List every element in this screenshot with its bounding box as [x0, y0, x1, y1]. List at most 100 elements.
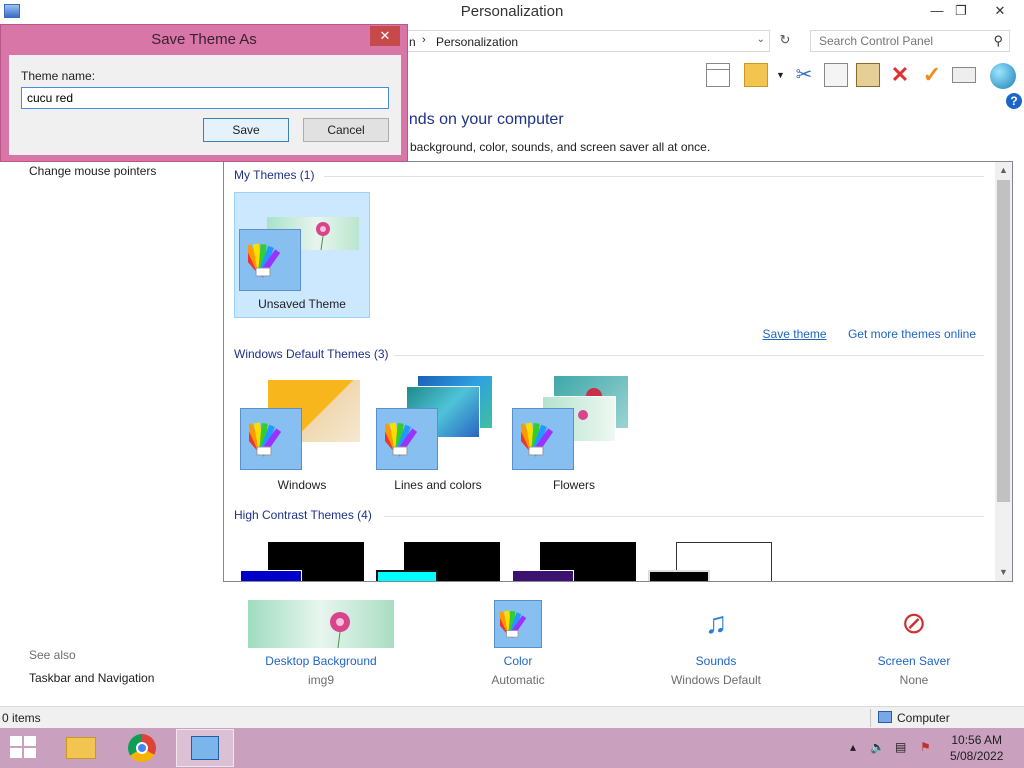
network-icon[interactable]: ▤ [895, 740, 906, 754]
scrollbar-thumb[interactable] [997, 180, 1010, 502]
theme-item-high-contrast-1[interactable] [234, 534, 370, 581]
search-box[interactable]: ⚲ [810, 30, 1010, 52]
maximize-button[interactable]: ❐ [946, 0, 976, 22]
screen-saver-label[interactable]: Screen Saver [864, 654, 964, 668]
music-notes-icon[interactable]: ♫ [691, 600, 741, 648]
window-title: Personalization [460, 3, 564, 20]
control-panel-icon [191, 736, 219, 760]
action-center-icon[interactable]: ⚑ [920, 740, 931, 754]
clock[interactable]: 10:56 AM 5/08/2022 [950, 732, 1003, 764]
screen-saver-value: None [899, 673, 929, 687]
divider [384, 516, 984, 517]
theme-item-flowers[interactable]: Flowers [506, 372, 642, 498]
desktop-background-label[interactable]: Desktop Background [246, 654, 396, 668]
theme-item-high-contrast-3[interactable] [506, 534, 642, 581]
group-label-my-themes: My Themes (1) [234, 168, 315, 182]
theme-item-unsaved[interactable]: Unsaved Theme [234, 192, 370, 318]
screen-saver-icon[interactable]: ⊘ [889, 600, 939, 648]
scroll-up-icon[interactable]: ▲ [995, 162, 1012, 179]
help-icon[interactable]: ? [1006, 93, 1022, 109]
breadcrumb-separator-icon[interactable]: › [422, 34, 426, 46]
sounds-item[interactable]: ♫ Sounds Windows Default [656, 600, 776, 687]
desktop-background-item[interactable]: Desktop Background img9 [246, 600, 396, 687]
theme-name-input[interactable] [21, 87, 389, 109]
chrome-taskbar-button[interactable] [114, 729, 172, 767]
search-input[interactable] [811, 31, 981, 51]
color-palette-icon [512, 570, 574, 581]
color-value: Automatic [491, 673, 545, 687]
start-button[interactable] [10, 736, 38, 760]
paste-icon[interactable] [856, 63, 880, 87]
control-panel-taskbar-button[interactable] [176, 729, 234, 767]
chevron-down-icon[interactable]: ⌄ [757, 34, 765, 45]
color-item[interactable]: Color Automatic [468, 600, 568, 687]
globe-icon[interactable] [990, 63, 1016, 89]
close-button[interactable]: ✕ [984, 0, 1016, 22]
refresh-icon[interactable]: ↻ [774, 32, 796, 50]
sounds-value: Windows Default [670, 673, 762, 687]
theme-name: Lines and colors [394, 478, 482, 492]
theme-links: Save theme Get more themes online [745, 327, 976, 341]
clock-date: 5/08/2022 [950, 749, 1004, 763]
dialog-body: Theme name: Save Cancel [9, 55, 401, 155]
theme-list[interactable]: My Themes (1) Unsaved Theme Save theme G… [223, 161, 1013, 582]
chevron-down-icon[interactable]: ▼ [776, 70, 785, 80]
get-more-themes-link[interactable]: Get more themes online [848, 327, 976, 341]
windows-logo-icon [24, 736, 36, 746]
color-palette-icon [512, 408, 574, 470]
folder-icon [66, 737, 96, 759]
desktop-background-value: img9 [307, 673, 334, 687]
nav-link-mouse-pointers[interactable]: Change mouse pointers [29, 164, 156, 178]
file-explorer-taskbar-button[interactable] [52, 729, 110, 767]
windows-logo-icon [10, 748, 22, 758]
theme-item-windows[interactable]: Windows [234, 372, 370, 498]
delete-icon[interactable]: ✕ [888, 63, 912, 87]
status-bar: 0 items Computer [0, 706, 1024, 728]
dialog-close-button[interactable]: ✕ [370, 26, 400, 46]
sounds-label[interactable]: Sounds [656, 654, 776, 668]
properties-icon[interactable] [952, 67, 976, 83]
color-palette-icon [240, 408, 302, 470]
dialog-title: Save Theme As [151, 31, 257, 48]
theme-name-label: Theme name: [21, 69, 96, 83]
save-button[interactable]: Save [203, 118, 289, 142]
divider [394, 355, 984, 356]
color-palette-icon[interactable] [494, 600, 542, 648]
clock-time: 10:56 AM [951, 733, 1003, 747]
location-label: Computer [897, 711, 950, 725]
theme-name: Unsaved Theme [258, 297, 346, 311]
preview-pane-icon[interactable] [706, 63, 730, 87]
theme-name: Windows [277, 478, 327, 492]
breadcrumb-partial[interactable]: n [409, 35, 416, 49]
checkmark-icon[interactable]: ✓ [920, 63, 944, 87]
folder-options-icon[interactable] [744, 63, 768, 87]
copy-icon[interactable] [824, 63, 848, 87]
page-heading: unds on your computer [400, 111, 564, 128]
color-label[interactable]: Color [468, 654, 568, 668]
nav-link-taskbar[interactable]: Taskbar and Navigation [29, 671, 154, 685]
color-palette-icon [240, 570, 302, 581]
chevron-up-icon[interactable]: ▴ [850, 740, 856, 754]
search-icon[interactable]: ⚲ [993, 33, 1003, 49]
color-palette-icon [648, 570, 710, 581]
scrollbar[interactable]: ▲ ▼ [995, 162, 1012, 581]
cut-icon[interactable]: ✂ [792, 63, 816, 87]
color-palette-icon [376, 408, 438, 470]
cancel-button[interactable]: Cancel [303, 118, 389, 142]
speaker-muted-icon[interactable]: 🔈 [870, 740, 885, 754]
theme-item-high-contrast-4[interactable] [642, 534, 778, 581]
breadcrumb-current[interactable]: Personalization [436, 35, 518, 49]
address-bar[interactable]: n › Personalization ⌄ [400, 30, 770, 52]
save-theme-link[interactable]: Save theme [763, 327, 827, 341]
theme-item-lines-and-colors[interactable]: Lines and colors [370, 372, 506, 498]
divider [870, 709, 871, 727]
taskbar: ▴ 🔈 ▤ ⚑ 10:56 AM 5/08/2022 [0, 728, 1024, 768]
windows-logo-icon [24, 748, 36, 758]
window-titlebar: Personalization — ❐ ✕ [0, 0, 1024, 24]
item-count: 0 items [2, 711, 41, 725]
wallpaper-thumbnail[interactable] [248, 600, 394, 649]
computer-icon [878, 711, 892, 723]
theme-item-high-contrast-2[interactable] [370, 534, 506, 581]
screen-saver-item[interactable]: ⊘ Screen Saver None [864, 600, 964, 687]
scroll-down-icon[interactable]: ▼ [995, 564, 1012, 581]
